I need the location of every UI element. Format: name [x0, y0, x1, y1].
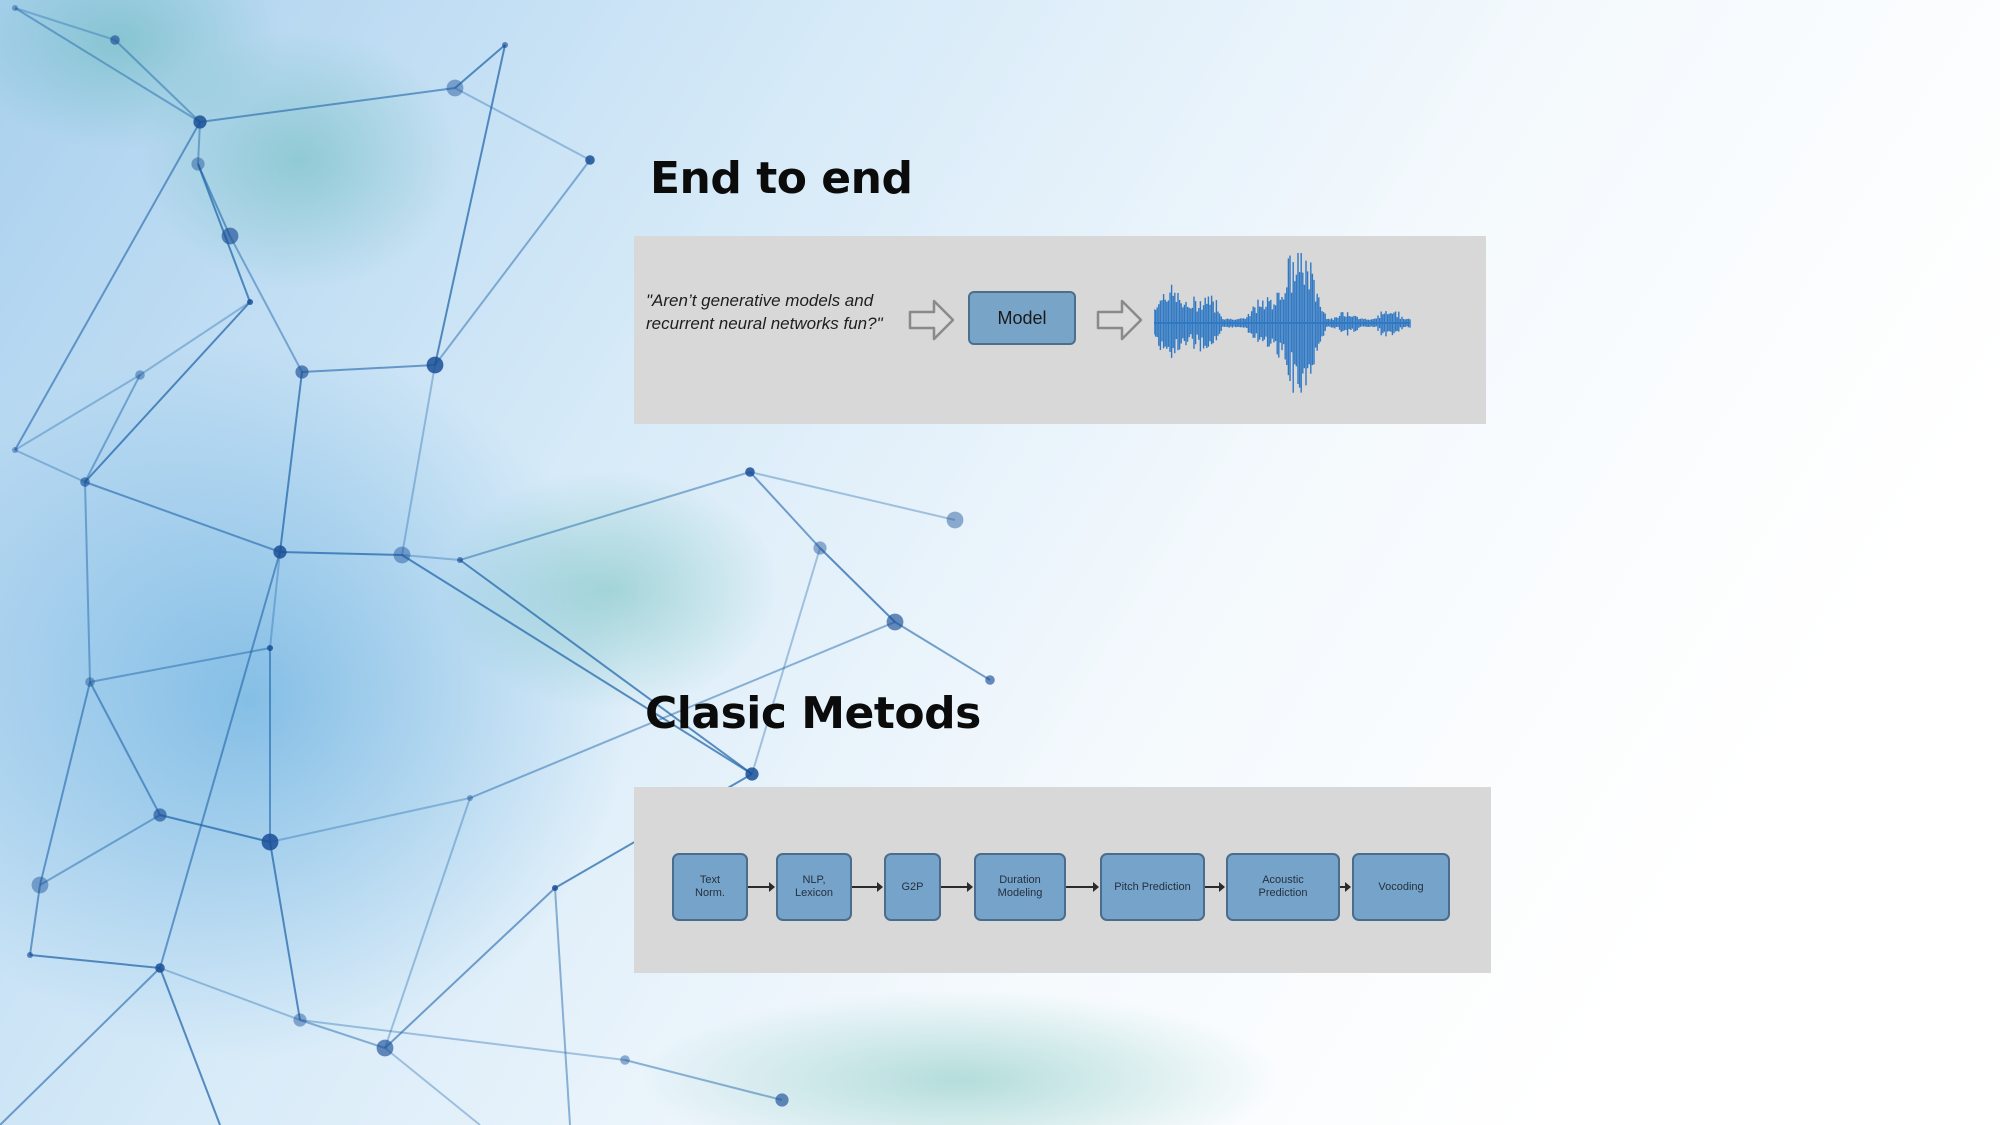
pipeline-stage: NLP, Lexicon: [776, 853, 852, 921]
input-text: "Aren’t generative models and recurrent …: [646, 291, 883, 333]
pipeline-arrow: [852, 882, 883, 892]
pipeline-arrow: [748, 882, 775, 892]
classic-methods-title: Clasic Metods: [645, 688, 981, 739]
pipeline-arrow: [1340, 882, 1351, 892]
pipeline-stage: Duration Modeling: [974, 853, 1066, 921]
pipeline-stage: G2P: [884, 853, 941, 921]
pipeline-stage: Pitch Prediction: [1100, 853, 1205, 921]
pipeline: Text Norm. NLP, Lexicon G2P Duration Modeli…: [634, 787, 1491, 973]
end-to-end-diagram: "Aren’t generative models and recurrent …: [634, 236, 1486, 424]
pipeline-stage: Acoustic Prediction: [1226, 853, 1340, 921]
arrow-right-icon: [1096, 299, 1143, 341]
pipeline-arrow: [941, 882, 973, 892]
waveform-icon: [1154, 253, 1411, 393]
pipeline-stage: Text Norm.: [672, 853, 748, 921]
pipeline-stage: Vocoding: [1352, 853, 1450, 921]
classic-pipeline-diagram: Text Norm. NLP, Lexicon G2P Duration Modeli…: [634, 787, 1491, 973]
pipeline-arrow: [1066, 882, 1099, 892]
pipeline-arrow: [1205, 882, 1225, 892]
arrow-right-icon: [908, 299, 955, 341]
end-to-end-title: End to end: [650, 153, 913, 204]
model-box: Model: [968, 291, 1076, 345]
